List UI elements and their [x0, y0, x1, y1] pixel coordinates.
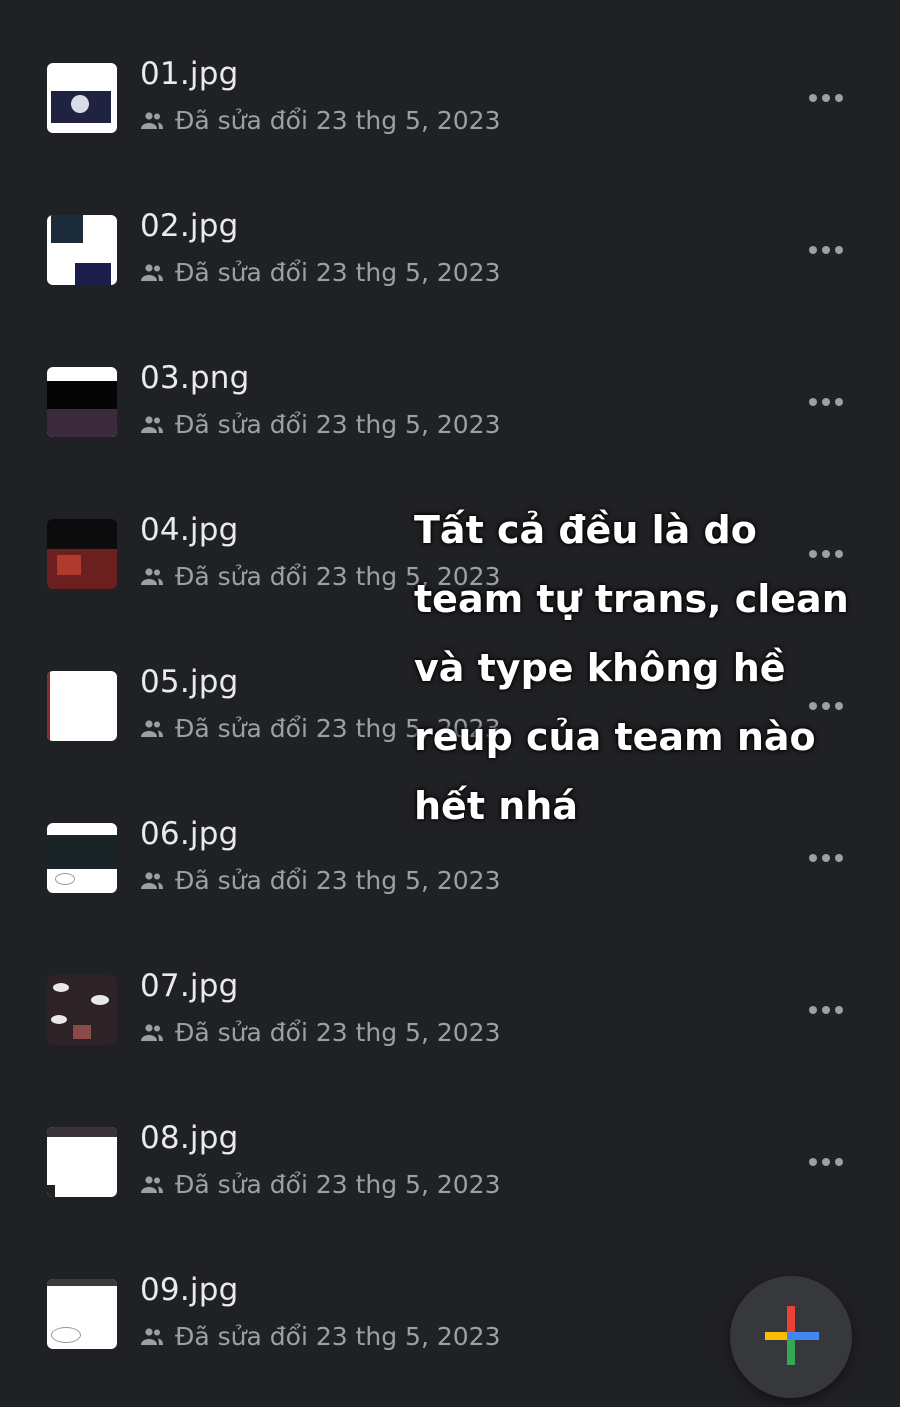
more-options-button[interactable] — [800, 386, 852, 418]
people-icon — [141, 872, 163, 889]
file-name: 07.jpg — [140, 968, 239, 1004]
file-row[interactable]: 01.jpg Đã sửa đổi 23 thg 5, 2023 — [0, 0, 900, 152]
modified-date: Đã sửa đổi 23 thg 5, 2023 — [175, 1170, 501, 1199]
file-thumbnail — [47, 823, 117, 893]
modified-date: Đã sửa đổi 23 thg 5, 2023 — [175, 410, 501, 439]
modified-date: Đã sửa đổi 23 thg 5, 2023 — [175, 866, 501, 895]
file-thumbnail — [47, 1279, 117, 1349]
file-name: 09.jpg — [140, 1272, 239, 1308]
file-thumbnail — [47, 671, 117, 741]
file-name: 05.jpg — [140, 664, 239, 700]
file-name: 08.jpg — [140, 1120, 239, 1156]
file-name: 04.jpg — [140, 512, 239, 548]
new-item-button[interactable] — [730, 1276, 852, 1398]
people-icon — [141, 568, 163, 585]
more-options-button[interactable] — [800, 538, 852, 570]
file-name: 02.jpg — [140, 208, 239, 244]
file-row[interactable]: 03.png Đã sửa đổi 23 thg 5, 2023 — [0, 304, 900, 456]
more-options-button[interactable] — [800, 234, 852, 266]
file-row[interactable]: 04.jpg Đã sửa đổi 23 thg 5, 2023 — [0, 456, 900, 608]
people-icon — [141, 720, 163, 737]
file-row[interactable]: 02.jpg Đã sửa đổi 23 thg 5, 2023 — [0, 152, 900, 304]
file-thumbnail — [47, 519, 117, 589]
file-name: 01.jpg — [140, 56, 239, 92]
file-row[interactable]: 07.jpg Đã sửa đổi 23 thg 5, 2023 — [0, 912, 900, 1064]
more-options-button[interactable] — [800, 994, 852, 1026]
file-name: 03.png — [140, 360, 250, 396]
more-options-button[interactable] — [800, 1146, 852, 1178]
file-thumbnail — [47, 367, 117, 437]
modified-date: Đã sửa đổi 23 thg 5, 2023 — [175, 562, 501, 591]
people-icon — [141, 264, 163, 281]
file-thumbnail — [47, 215, 117, 285]
more-options-button[interactable] — [800, 690, 852, 722]
file-list-screen: 01.jpg Đã sửa đổi 23 thg 5, 2023 02.jpg … — [0, 0, 900, 1407]
modified-date: Đã sửa đổi 23 thg 5, 2023 — [175, 106, 501, 135]
file-row[interactable]: 08.jpg Đã sửa đổi 23 thg 5, 2023 — [0, 1064, 900, 1216]
modified-date: Đã sửa đổi 23 thg 5, 2023 — [175, 1322, 501, 1351]
file-thumbnail — [47, 63, 117, 133]
modified-date: Đã sửa đổi 23 thg 5, 2023 — [175, 1018, 501, 1047]
file-row[interactable]: 06.jpg Đã sửa đổi 23 thg 5, 2023 — [0, 760, 900, 912]
modified-date: Đã sửa đổi 23 thg 5, 2023 — [175, 258, 501, 287]
people-icon — [141, 1328, 163, 1345]
people-icon — [141, 1176, 163, 1193]
file-thumbnail — [47, 1127, 117, 1197]
more-options-button[interactable] — [800, 842, 852, 874]
file-row[interactable]: 05.jpg Đã sửa đổi 23 thg 5, 2023 — [0, 608, 900, 760]
modified-date: Đã sửa đổi 23 thg 5, 2023 — [175, 714, 501, 743]
file-thumbnail — [47, 975, 117, 1045]
people-icon — [141, 1024, 163, 1041]
people-icon — [141, 416, 163, 433]
more-options-button[interactable] — [800, 82, 852, 114]
file-name: 06.jpg — [140, 816, 239, 852]
people-icon — [141, 112, 163, 129]
plus-icon — [765, 1306, 819, 1365]
